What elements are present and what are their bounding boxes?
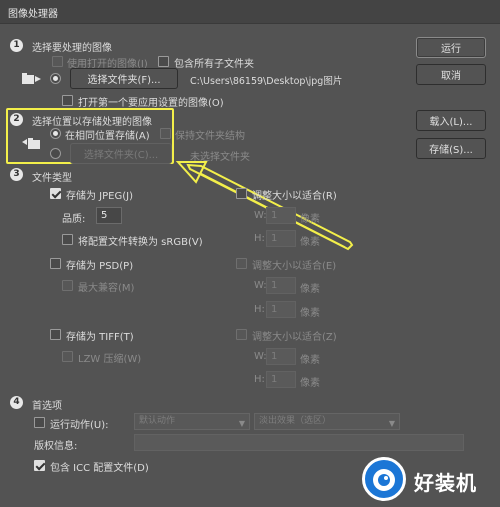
action-name-select[interactable]: 淡出效果（选区） ▼ [254,413,400,430]
jpeg-width-input[interactable]: 1 [266,207,296,224]
convert-srgb-label: 将配置文件转换为 sRGB(V) [78,237,203,248]
watermark: 好装机 [362,455,498,507]
save-jpeg-checkbox[interactable] [50,188,61,199]
quality-label: 品质: [62,214,86,225]
window-titlebar: 图像处理器 [0,0,500,24]
tiff-resize-label: 调整大小以适合(Z) [252,332,337,343]
psd-resize-checkbox[interactable] [236,258,247,269]
section-3-title: 文件类型 [32,173,72,184]
psd-resize-label: 调整大小以适合(E) [252,261,337,272]
save-jpeg-label: 存储为 JPEG(J) [66,191,133,202]
copyright-input[interactable] [134,434,464,451]
psd-width-input[interactable]: 1 [266,277,296,294]
tiff-resize-checkbox[interactable] [236,329,247,340]
jpeg-height-label: H: [254,233,265,244]
max-compat-checkbox[interactable] [62,280,73,291]
psd-width-label: W: [254,280,267,291]
jpeg-width-unit: 像素 [300,214,320,225]
jpeg-width-label: W: [254,210,267,221]
psd-width-unit: 像素 [300,284,320,295]
image-processor-dialog: 1 选择要处理的图像 使用打开的图像(I) 包含所有子文件夹 选择文件夹(F).… [0,24,500,501]
lzw-label: LZW 压缩(W) [78,354,142,365]
save-settings-button[interactable]: 存储(S)... [416,138,486,159]
watermark-text: 好装机 [414,471,477,495]
copyright-label: 版权信息: [34,441,78,452]
chevron-down-icon: ▼ [238,419,245,428]
section-4-title: 首选项 [32,401,62,412]
load-button[interactable]: 载入(L)... [416,110,486,131]
tiff-width-unit: 像素 [300,355,320,366]
run-button[interactable]: 运行 [416,37,486,58]
tiff-height-input[interactable]: 1 [266,371,296,388]
save-tiff-label: 存储为 TIFF(T) [66,332,134,343]
psd-height-unit: 像素 [300,308,320,319]
quality-input[interactable]: 5 [96,207,122,224]
chevron-down-icon: ▼ [388,419,395,428]
window-title: 图像处理器 [8,9,58,20]
psd-height-input[interactable]: 1 [266,301,296,318]
section-3-number: 3 [10,168,23,181]
tiff-width-label: W: [254,351,267,362]
jpeg-height-unit: 像素 [300,237,320,248]
action-set-value: 默认动作 [139,416,176,426]
run-action-label: 运行动作(U): [50,420,109,431]
max-compat-label: 最大兼容(M) [78,283,135,294]
cancel-button[interactable]: 取消 [416,64,486,85]
lzw-checkbox[interactable] [62,351,73,362]
watermark-logo-icon [362,457,406,501]
action-set-select[interactable]: 默认动作 ▼ [134,413,250,430]
jpeg-height-input[interactable]: 1 [266,230,296,247]
include-icc-label: 包含 ICC 配置文件(D) [50,463,149,474]
section-4-number: 4 [10,396,23,409]
action-name-value: 淡出效果（选区） [259,416,332,426]
tiff-height-unit: 像素 [300,378,320,389]
include-icc-checkbox[interactable] [34,460,45,471]
tiff-height-label: H: [254,374,265,385]
jpeg-resize-checkbox[interactable] [236,188,247,199]
run-action-checkbox[interactable] [34,417,45,428]
save-psd-checkbox[interactable] [50,258,61,269]
psd-height-label: H: [254,304,265,315]
tiff-width-input[interactable]: 1 [266,348,296,365]
save-tiff-checkbox[interactable] [50,329,61,340]
save-psd-label: 存储为 PSD(P) [66,261,134,272]
convert-srgb-checkbox[interactable] [62,234,73,245]
jpeg-resize-label: 调整大小以适合(R) [252,191,337,202]
